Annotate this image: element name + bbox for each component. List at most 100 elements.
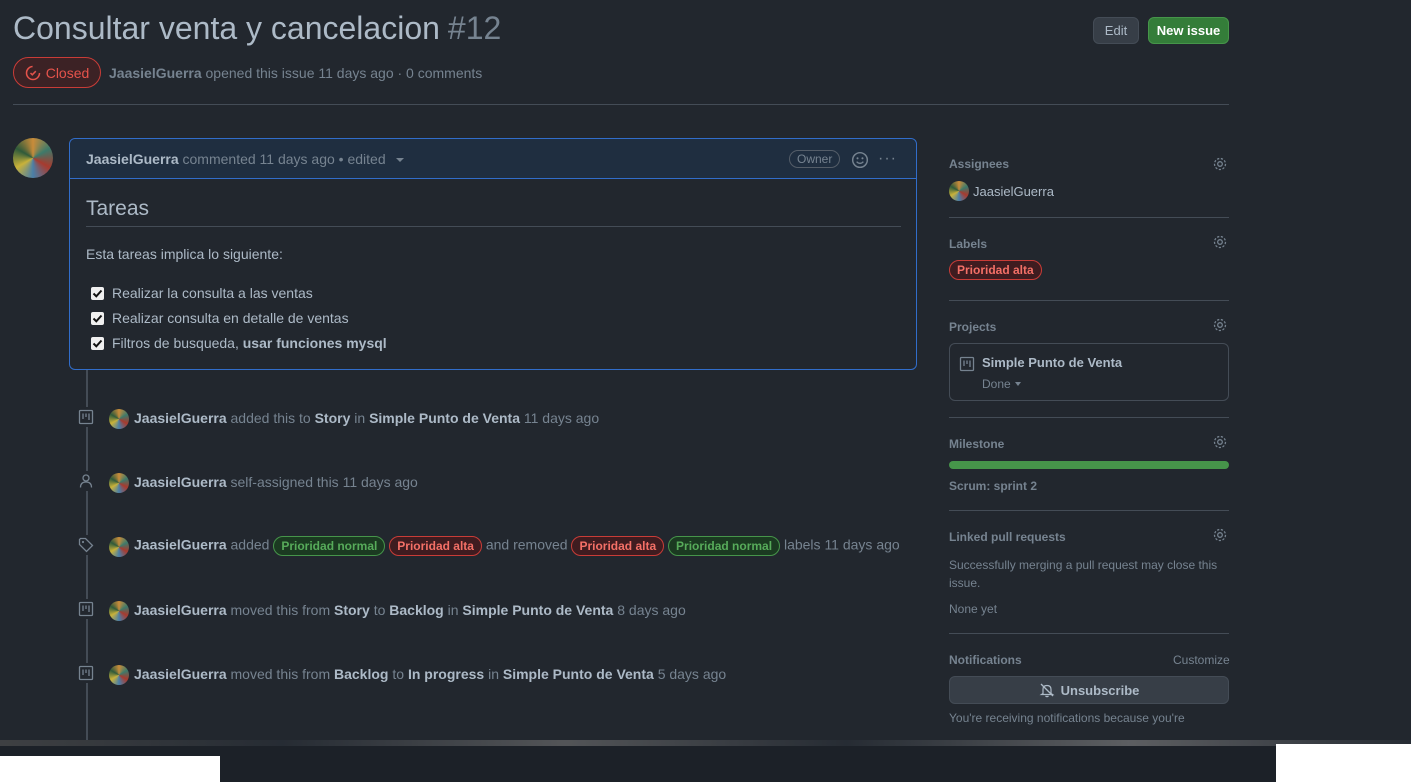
event-time[interactable]: 11 days ago: [524, 410, 599, 426]
person-icon: [76, 471, 96, 491]
projects-title: Projects: [949, 320, 997, 334]
gear-icon[interactable]: [1212, 434, 1228, 450]
event-actor[interactable]: JaasielGuerra: [134, 474, 227, 490]
timeline-event: JaasielGuerra added Prioridad normal Pri…: [134, 536, 900, 556]
event-text: in: [354, 410, 366, 426]
timeline-event: JaasielGuerra self-assigned this 11 days…: [134, 474, 418, 490]
issue-meta-text: opened this issue 11 days ago · 0 commen…: [205, 65, 483, 81]
assignee-name[interactable]: JaasielGuerra: [973, 184, 1054, 199]
avatar[interactable]: [949, 181, 969, 201]
heading-rule: [86, 226, 901, 227]
avatar[interactable]: [13, 138, 53, 178]
glitch-band: [0, 740, 1411, 746]
assignee-item[interactable]: JaasielGuerra: [949, 181, 1054, 201]
unsubscribe-button[interactable]: Unsubscribe: [949, 676, 1229, 704]
event-text: moved this from: [230, 666, 331, 682]
event-time[interactable]: 8 days ago: [617, 602, 686, 618]
sidebar-label[interactable]: Prioridad alta: [949, 260, 1042, 280]
event-time[interactable]: 5 days ago: [658, 666, 727, 682]
milestone-progress: [949, 461, 1229, 469]
sidebar-divider: [949, 300, 1229, 301]
gear-icon[interactable]: [1212, 234, 1228, 250]
check-icon: [92, 314, 103, 323]
event-text: added this to: [230, 410, 311, 426]
comment-author-link[interactable]: JaasielGuerra: [86, 151, 179, 167]
timeline-event: JaasielGuerra added this to Story in Sim…: [134, 410, 599, 426]
event-actor[interactable]: JaasielGuerra: [134, 666, 227, 682]
owner-badge: Owner: [789, 150, 841, 168]
issue-author-link[interactable]: JaasielGuerra: [109, 65, 202, 81]
project-status-dropdown[interactable]: Done: [982, 377, 1021, 391]
event-time[interactable]: 11 days ago: [824, 537, 899, 553]
checkbox-checked[interactable]: [91, 286, 104, 300]
event-text: self-assigned this: [230, 474, 339, 490]
event-actor[interactable]: JaasielGuerra: [134, 410, 227, 426]
status-label: Closed: [45, 64, 90, 81]
event-column: Backlog: [389, 602, 444, 618]
unsubscribe-label: Unsubscribe: [1060, 682, 1140, 698]
event-project[interactable]: Simple Punto de Venta: [369, 410, 520, 426]
event-time[interactable]: 11 days ago: [343, 474, 418, 490]
checkbox-checked[interactable]: [91, 336, 104, 350]
label-badge[interactable]: Prioridad alta: [571, 536, 665, 556]
gear-icon[interactable]: [1212, 527, 1228, 543]
milestone-title: Milestone: [949, 437, 1005, 451]
comment-heading: Tareas: [86, 197, 150, 220]
smiley-icon[interactable]: [851, 151, 869, 169]
timeline-event: JaasielGuerra moved this from Backlog to…: [134, 666, 726, 682]
linked-prs-description: Successfully merging a pull request may …: [949, 556, 1229, 592]
comment-box: JaasielGuerra commented 11 days ago • ed…: [69, 138, 917, 370]
edit-button[interactable]: Edit: [1093, 17, 1139, 44]
label-badge[interactable]: Prioridad normal: [668, 536, 781, 556]
milestone-progress-fill: [949, 461, 1229, 469]
project-card[interactable]: Simple Punto de Venta Done: [949, 343, 1229, 401]
event-column: In progress: [407, 666, 485, 682]
checkbox-checked[interactable]: [91, 311, 104, 325]
label-badge[interactable]: Prioridad alta: [389, 536, 482, 556]
avatar[interactable]: [109, 473, 129, 493]
project-icon: [959, 356, 975, 372]
event-project[interactable]: Simple Punto de Venta: [503, 666, 654, 682]
project-name[interactable]: Simple Punto de Venta: [982, 355, 1122, 370]
avatar[interactable]: [109, 665, 129, 685]
avatar[interactable]: [109, 409, 129, 429]
avatar[interactable]: [109, 601, 129, 621]
event-text: in: [447, 602, 459, 618]
issue-number: #12: [447, 10, 502, 46]
avatar[interactable]: [109, 537, 129, 557]
gear-icon[interactable]: [1212, 317, 1228, 333]
event-text: and removed: [485, 536, 568, 553]
linked-desc-line: issue.: [949, 576, 981, 590]
label-badge[interactable]: Prioridad normal: [273, 536, 386, 556]
gear-icon[interactable]: [1212, 156, 1228, 172]
project-status[interactable]: Done: [982, 377, 1011, 391]
customize-link[interactable]: Customize: [1173, 653, 1230, 667]
event-text: to: [392, 666, 405, 682]
chevron-down-icon[interactable]: [395, 158, 404, 163]
task-text-plain: Filtros de busqueda,: [112, 335, 243, 351]
issue-meta: JaasielGuerra opened this issue 11 days …: [109, 65, 482, 81]
label-badge[interactable]: Prioridad alta: [949, 260, 1042, 280]
linked-prs-none: None yet: [949, 602, 998, 616]
event-text: to: [373, 602, 386, 618]
sidebar-divider: [949, 510, 1229, 511]
kebab-horizontal-icon[interactable]: ···: [878, 151, 900, 169]
event-actor[interactable]: JaasielGuerra: [134, 537, 227, 553]
project-icon: [76, 663, 96, 683]
sidebar-divider: [949, 217, 1229, 218]
event-text: labels: [783, 536, 821, 553]
task-text: Realizar consulta en detalle de ventas: [112, 310, 349, 326]
linked-prs-title: Linked pull requests: [949, 530, 1066, 544]
issue-title: Consultar venta y cancelacion #12: [13, 10, 501, 47]
notification-reason: You're receiving notifications because y…: [949, 711, 1185, 725]
sidebar-divider: [949, 633, 1229, 634]
header-divider: [13, 104, 1229, 105]
task-text: Realizar la consulta a las ventas: [112, 285, 313, 301]
comment-meta[interactable]: commented 11 days ago • edited: [183, 151, 386, 167]
new-issue-button[interactable]: New issue: [1148, 17, 1229, 44]
event-column: Backlog: [334, 666, 389, 682]
event-project[interactable]: Simple Punto de Venta: [462, 602, 613, 618]
milestone-name[interactable]: Scrum: sprint 2: [949, 479, 1037, 493]
issue-closed-icon: [25, 65, 40, 80]
event-actor[interactable]: JaasielGuerra: [134, 602, 227, 618]
